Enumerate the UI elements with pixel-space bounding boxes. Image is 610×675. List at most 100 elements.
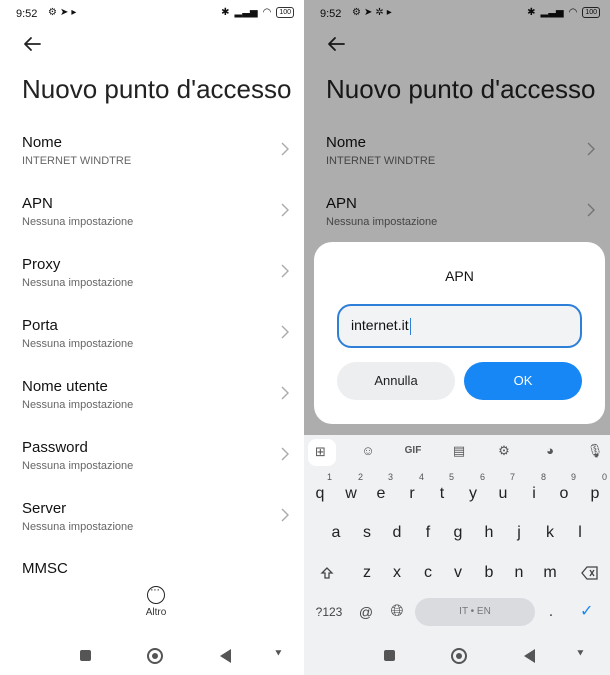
key-h[interactable]: h xyxy=(475,518,503,548)
key-k[interactable]: k xyxy=(536,518,564,548)
at-key[interactable]: @ xyxy=(352,597,380,627)
key-j[interactable]: j xyxy=(505,518,533,548)
setting-row-password[interactable]: Password Nessuna impostazione xyxy=(0,437,304,498)
key-f[interactable]: f xyxy=(414,518,442,548)
apn-dialog: APN internet.it Annulla OK xyxy=(314,242,605,424)
setting-row-server[interactable]: Server Nessuna impostazione xyxy=(0,498,304,559)
sticker-icon[interactable]: ☺ xyxy=(357,443,379,458)
key-m[interactable]: m xyxy=(536,558,564,588)
key-letter: r xyxy=(409,485,415,502)
key-e[interactable]: e3 xyxy=(367,472,395,509)
chevron-right-icon xyxy=(281,325,289,339)
setting-value: Nessuna impostazione xyxy=(22,216,134,228)
setting-row-nome[interactable]: Nome INTERNET WINDTRE xyxy=(0,132,304,193)
key-i[interactable]: i8 xyxy=(520,472,548,509)
bluetooth-icon: ✱ xyxy=(221,7,230,18)
key-d[interactable]: d xyxy=(383,518,411,548)
setting-row-apn[interactable]: APN Nessuna impostazione xyxy=(0,193,304,254)
key-letter: p xyxy=(590,485,600,502)
apn-input-value: internet.it xyxy=(351,317,409,333)
microphone-icon[interactable]: 🎙 xyxy=(584,443,606,459)
signal-icon: ▂▃▅ xyxy=(234,7,258,18)
period-key[interactable]: . xyxy=(537,597,565,627)
key-r[interactable]: r4 xyxy=(398,472,426,509)
settings-gear-icon[interactable]: ⚙ xyxy=(493,443,515,459)
more-button[interactable]: Altro xyxy=(138,584,174,618)
ok-button[interactable]: OK xyxy=(464,362,582,400)
setting-row-mmsc[interactable]: MMSC xyxy=(0,556,304,576)
apn-settings-list: Nome INTERNET WINDTRE APN Nessuna impost… xyxy=(0,132,304,559)
key-y[interactable]: y6 xyxy=(459,472,487,509)
key-x[interactable]: x xyxy=(383,558,411,588)
space-bar[interactable]: IT • EN xyxy=(415,598,535,626)
chevron-right-icon xyxy=(281,447,289,461)
text-cursor xyxy=(409,317,411,335)
status-time: 9:52 xyxy=(16,8,38,20)
setting-row-proxy[interactable]: Proxy Nessuna impostazione xyxy=(0,254,304,315)
key-a[interactable]: a xyxy=(322,518,350,548)
key-g[interactable]: g xyxy=(444,518,472,548)
apn-input[interactable]: internet.it xyxy=(337,304,582,348)
setting-value: INTERNET WINDTRE xyxy=(22,155,132,167)
setting-row-nome-utente[interactable]: Nome utente Nessuna impostazione xyxy=(0,376,304,437)
setting-label: MMSC xyxy=(22,560,68,576)
globe-icon[interactable]: 🌐︎ xyxy=(383,597,411,627)
hide-keyboard-icon[interactable]: ⯆ xyxy=(576,648,585,661)
dialog-title: APN xyxy=(445,268,474,284)
gif-button[interactable]: GIF xyxy=(402,445,424,456)
enter-check-icon[interactable]: ✓ xyxy=(580,601,593,621)
key-hint: 2 xyxy=(357,472,363,482)
key-q[interactable]: q1 xyxy=(306,472,334,509)
setting-value: Nessuna impostazione xyxy=(22,521,134,533)
shift-arrow-icon xyxy=(320,566,334,579)
back-icon[interactable] xyxy=(524,649,535,663)
status-bar: 9:52 ⚙➤▸ ✱ ▂▃▅ ◠ 100 xyxy=(0,0,304,28)
key-v[interactable]: v xyxy=(444,558,472,588)
home-icon[interactable] xyxy=(147,648,163,664)
key-t[interactable]: t5 xyxy=(428,472,456,509)
key-hint: 6 xyxy=(479,472,485,482)
palette-icon[interactable]: ◕ xyxy=(539,443,561,458)
key-w[interactable]: w2 xyxy=(337,472,365,509)
key-p[interactable]: p0 xyxy=(581,472,609,509)
apn-dialog-screen: 9:52 ⚙➤✲▸ ✱ ▂▃▅ ◠ 100 Nuovo punto d'acce… xyxy=(304,0,610,675)
backspace-key[interactable] xyxy=(576,558,604,588)
key-z[interactable]: z xyxy=(353,558,381,588)
key-hint: 9 xyxy=(570,472,576,482)
cancel-button[interactable]: Annulla xyxy=(337,362,455,400)
setting-label: Proxy xyxy=(22,256,61,273)
recent-apps-icon[interactable] xyxy=(80,650,91,661)
chevron-right-icon xyxy=(281,203,289,217)
key-u[interactable]: u7 xyxy=(489,472,517,509)
key-letter: y xyxy=(469,485,477,502)
clipboard-icon[interactable]: ▤ xyxy=(448,443,470,459)
setting-value: Nessuna impostazione xyxy=(22,338,134,350)
symbols-key[interactable]: ?123 xyxy=(312,597,346,627)
hide-keyboard-icon[interactable]: ⯆ xyxy=(274,648,283,661)
back-arrow-icon[interactable] xyxy=(22,34,42,54)
setting-row-porta[interactable]: Porta Nessuna impostazione xyxy=(0,315,304,376)
key-hint: 3 xyxy=(387,472,393,482)
key-o[interactable]: o9 xyxy=(550,472,578,509)
key-hint: 8 xyxy=(540,472,546,482)
system-nav-bar: ⯆ xyxy=(304,636,610,675)
key-letter: o xyxy=(559,485,569,502)
key-n[interactable]: n xyxy=(505,558,533,588)
apps-grid-button[interactable]: ⊞ xyxy=(308,439,336,466)
home-icon[interactable] xyxy=(451,648,467,664)
key-c[interactable]: c xyxy=(414,558,442,588)
chevron-right-icon xyxy=(281,386,289,400)
key-l[interactable]: l xyxy=(566,518,594,548)
key-letter: e xyxy=(376,485,386,502)
notification-icons: ⚙➤▸ xyxy=(48,7,80,18)
keyboard-toolbar: ⊞ ☺ GIF ▤ ⚙ ◕ 🎙 xyxy=(304,435,610,469)
shift-key[interactable] xyxy=(313,558,341,588)
back-icon[interactable] xyxy=(220,649,231,663)
setting-value: Nessuna impostazione xyxy=(22,399,134,411)
page-title: Nuovo punto d'accesso xyxy=(22,74,292,104)
battery-icon: 100 xyxy=(276,7,294,18)
recent-apps-icon[interactable] xyxy=(384,650,395,661)
key-hint: 5 xyxy=(448,472,454,482)
key-b[interactable]: b xyxy=(475,558,503,588)
key-s[interactable]: s xyxy=(353,518,381,548)
